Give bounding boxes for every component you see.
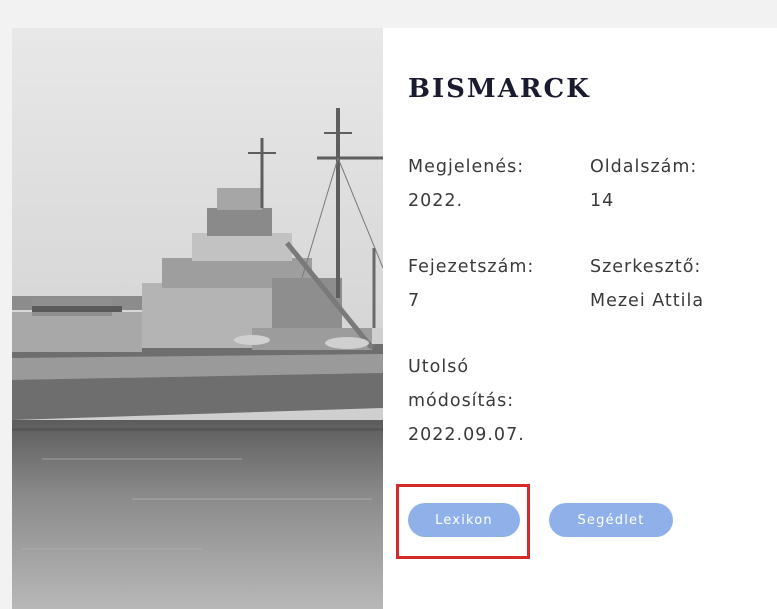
- field-megjelenes: Megjelenés: 2022.: [408, 150, 524, 218]
- field-value: 2022.: [408, 191, 464, 211]
- field-value: 2022.09.07.: [408, 425, 525, 445]
- field-label: Oldalszám:: [590, 157, 698, 177]
- field-utolso-modositas: Utolsó módosítás: 2022.09.07.: [408, 350, 525, 452]
- field-label: Megjelenés:: [408, 157, 525, 177]
- battleship-image: [12, 28, 383, 609]
- book-info: BISMARCK Megjelenés: 2022. Oldalszám: 14…: [408, 28, 768, 609]
- lexikon-button[interactable]: Lexikon: [408, 503, 520, 537]
- field-value: 14: [590, 191, 615, 211]
- field-value: 7: [408, 291, 421, 311]
- field-label-line2: módosítás:: [408, 391, 515, 411]
- field-label: Szerkesztő:: [590, 257, 702, 277]
- book-title: BISMARCK: [408, 74, 591, 104]
- segedlet-button[interactable]: Segédlet: [549, 503, 673, 537]
- field-oldalszam: Oldalszám: 14: [590, 150, 697, 218]
- field-value: Mezei Attila: [590, 291, 705, 311]
- field-label-line1: Utolsó: [408, 357, 470, 377]
- battleship-photo: [12, 28, 383, 609]
- field-szerkeszto: Szerkesztő: Mezei Attila: [590, 250, 704, 318]
- book-card: BISMARCK Megjelenés: 2022. Oldalszám: 14…: [12, 28, 777, 609]
- page: BISMARCK Megjelenés: 2022. Oldalszám: 14…: [0, 0, 777, 609]
- field-label: Fejezetszám:: [408, 257, 535, 277]
- field-fejezetszam: Fejezetszám: 7: [408, 250, 534, 318]
